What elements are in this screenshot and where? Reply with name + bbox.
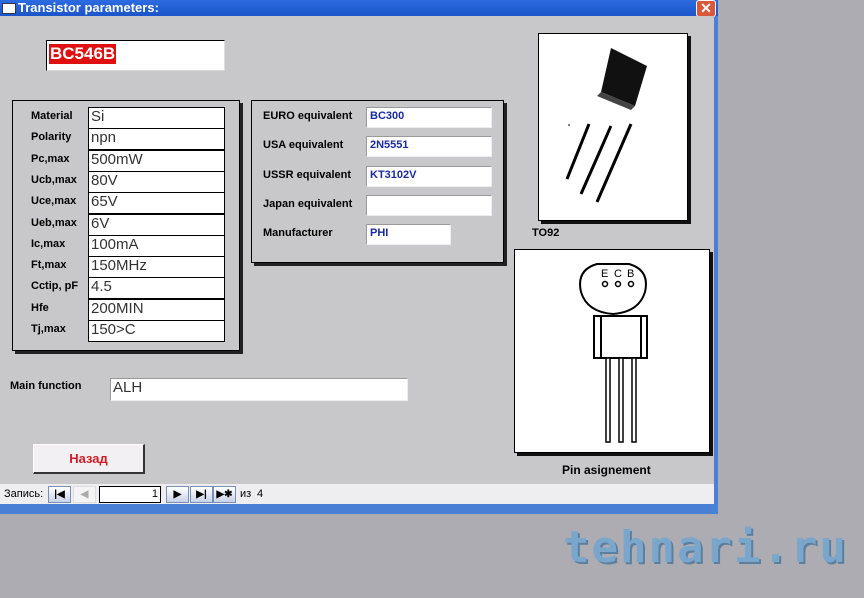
pinout-image: E C B — [514, 249, 710, 453]
equivalent-label: Manufacturer — [263, 227, 333, 240]
close-button[interactable]: ✕ — [696, 0, 716, 17]
equivalent-field[interactable]: KT3102V — [366, 165, 492, 187]
param-field[interactable]: 65V — [88, 192, 225, 215]
window-title: Transistor parameters: — [18, 0, 159, 15]
equivalent-field[interactable]: PHI — [366, 224, 451, 246]
main-function-label: Main function — [10, 380, 82, 392]
param-label: Polarity — [31, 131, 72, 144]
pin-label-e: E — [601, 268, 608, 280]
record-label: Запись: — [4, 488, 44, 500]
package-image — [538, 33, 688, 221]
next-record-button[interactable]: ▶ — [166, 486, 189, 503]
part-number-value: BC546B — [49, 44, 117, 64]
param-label: Pc,max — [31, 152, 70, 165]
param-field[interactable]: 100mA — [88, 234, 225, 257]
pin-label-b: B — [627, 268, 634, 280]
record-number-input[interactable]: 1 — [99, 486, 161, 503]
param-field[interactable]: 200MIN — [88, 298, 225, 321]
prev-record-button[interactable]: ◀ — [73, 486, 96, 503]
param-label: Ucb,max — [31, 173, 77, 186]
back-button[interactable]: Назад — [33, 444, 145, 474]
main-function-field[interactable]: ALH — [110, 378, 408, 401]
param-field[interactable]: Si — [88, 107, 225, 129]
param-field[interactable]: 500mW — [88, 149, 225, 172]
watermark-logo: tehnari.ru — [563, 522, 848, 573]
new-record-button[interactable]: ▶✱ — [213, 486, 236, 503]
param-field[interactable]: npn — [88, 128, 225, 151]
last-record-button[interactable]: ▶| — [190, 486, 213, 503]
param-label: Material — [31, 110, 73, 122]
record-navigation: Запись: |◀ ◀ 1 ▶ ▶| ▶✱ из 4 — [0, 484, 714, 504]
param-label: Cctip, pF — [31, 280, 79, 293]
param-field[interactable]: 150MHz — [88, 256, 225, 279]
title-bar: Transistor parameters: ✕ — [0, 0, 718, 17]
part-number-field[interactable]: BC546B — [46, 40, 225, 71]
equivalent-label: Japan equivalent — [263, 197, 353, 210]
equivalent-label: USSR equivalent — [263, 168, 352, 181]
param-label: Uce,max — [31, 195, 77, 208]
param-field[interactable]: 80V — [88, 170, 225, 193]
pin-label-c: C — [614, 268, 622, 280]
equivalent-field[interactable]: 2N5551 — [366, 136, 492, 158]
record-of-label: из — [240, 488, 252, 500]
equivalent-label: USA equivalent — [263, 139, 344, 152]
param-label: Ueb,max — [31, 216, 77, 229]
equivalent-field[interactable] — [366, 194, 492, 216]
param-label: Ft,max — [31, 259, 67, 272]
param-field[interactable]: 4.5 — [88, 277, 225, 300]
equivalent-label: EURO equivalent — [263, 110, 353, 122]
pinout-caption: Pin asignement — [562, 463, 651, 477]
param-field[interactable]: 6V — [88, 213, 225, 236]
param-label: Hfe — [31, 301, 49, 314]
param-field[interactable]: 150>C — [88, 320, 225, 342]
param-label: Tj,max — [31, 323, 66, 335]
package-caption: TO92 — [532, 227, 560, 239]
equivalent-field[interactable]: BC300 — [366, 107, 492, 128]
first-record-button[interactable]: |◀ — [48, 486, 71, 503]
form-icon — [2, 3, 16, 14]
param-label: Ic,max — [31, 237, 66, 250]
record-total: 4 — [257, 488, 264, 500]
